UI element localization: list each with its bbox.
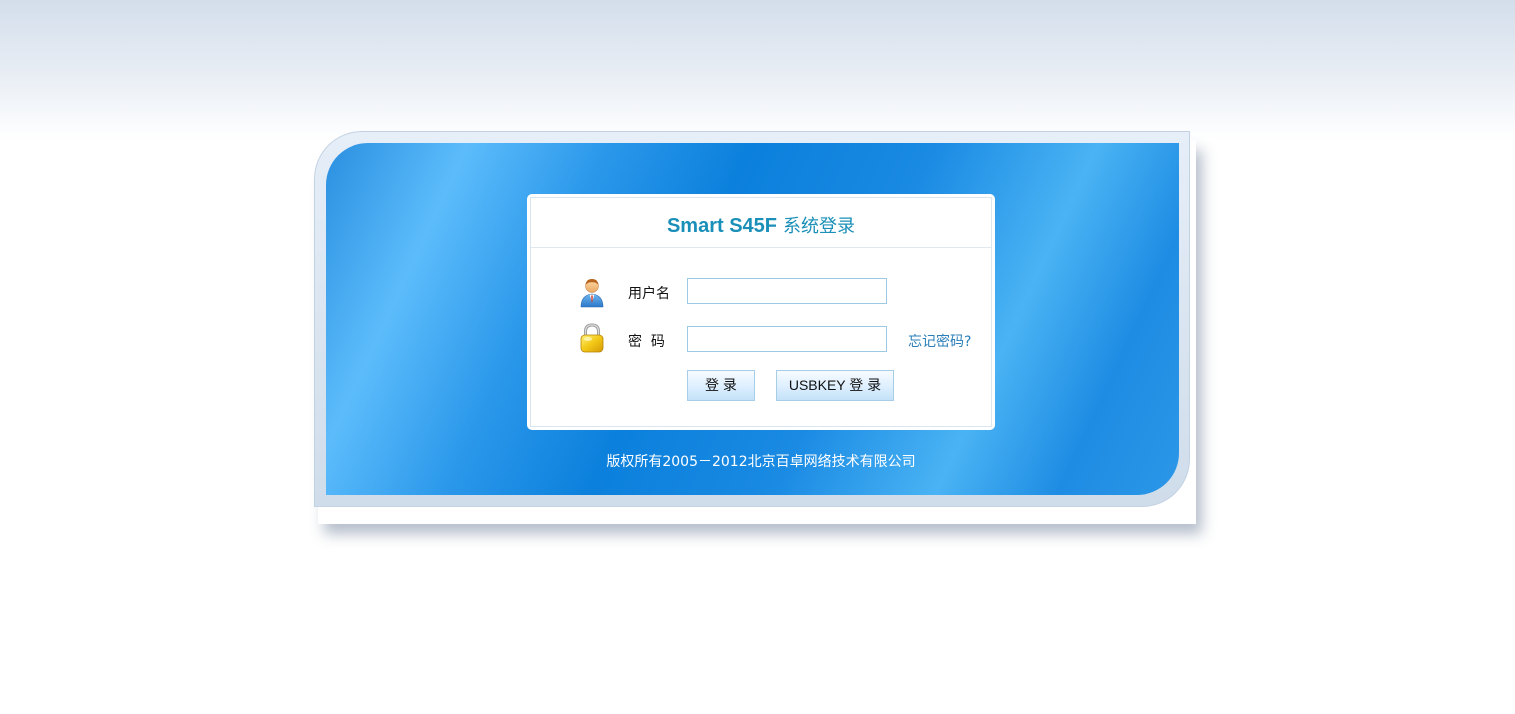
username-input[interactable] (687, 278, 887, 304)
forgot-password-link[interactable]: 忘记密码? (908, 331, 971, 351)
login-title-en: Smart S45F (666, 215, 778, 237)
login-box-inner: Smart S45F 系统登录 用户名 密 码 忘记密码? 登 录 USBKEY… (530, 197, 992, 427)
copyright-text: 版权所有2005－2012北京百卓网络技术有限公司 (606, 454, 916, 470)
login-box: Smart S45F 系统登录 用户名 密 码 忘记密码? 登 录 USBKEY… (527, 194, 995, 430)
password-label: 密 码 (628, 334, 665, 350)
top-background-band (0, 0, 1515, 140)
title-divider (531, 247, 991, 248)
usbkey-login-button[interactable]: USBKEY 登 录 (776, 370, 894, 401)
lock-icon (580, 323, 604, 353)
login-title-cn: 系统登录 (783, 216, 856, 237)
user-icon (580, 279, 604, 308)
login-button[interactable]: 登 录 (687, 370, 755, 401)
username-label: 用户名 (628, 286, 670, 302)
password-input[interactable] (687, 326, 887, 352)
login-title: Smart S45F 系统登录 (531, 212, 991, 238)
